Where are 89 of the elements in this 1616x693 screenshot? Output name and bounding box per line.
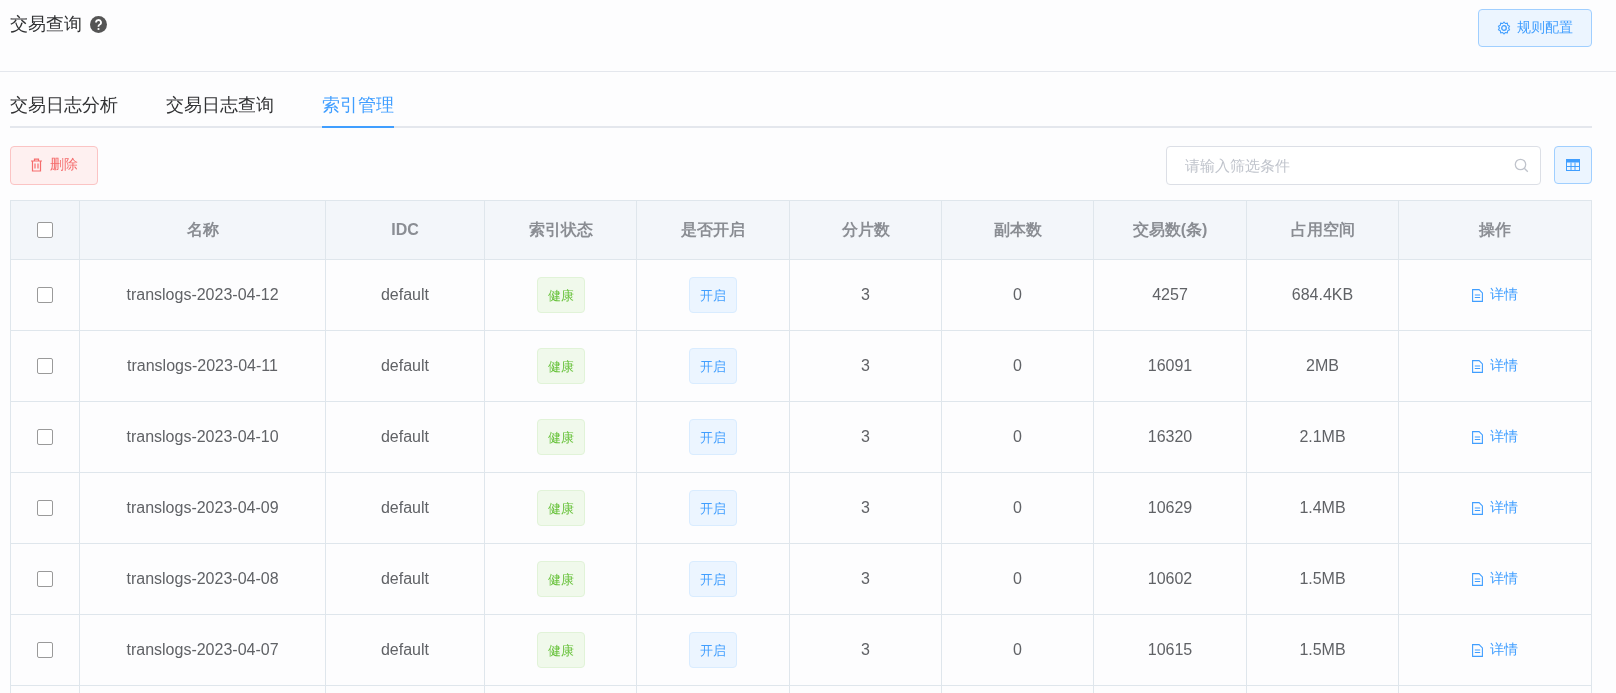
table-cell: 1.5MB <box>1247 544 1399 615</box>
table-cell: default <box>326 331 485 402</box>
table-cell: 10629 <box>1094 473 1247 544</box>
table-cell: 1.5MB <box>1247 615 1399 686</box>
table-cell: 0 <box>942 260 1094 331</box>
table-cell: default <box>326 473 485 544</box>
column-header: IDC <box>326 201 485 260</box>
details-link[interactable]: 详情 <box>1472 286 1518 304</box>
table-cell: translogs-2023-04-08 <box>80 544 326 615</box>
table-cell: default <box>326 615 485 686</box>
enabled-tag: 开启 <box>689 277 737 313</box>
column-header: 是否开启 <box>637 201 790 260</box>
table-cell: 2.1MB <box>1247 402 1399 473</box>
document-icon <box>1472 572 1483 586</box>
column-header: 占用空间 <box>1247 201 1399 260</box>
table-cell: 3 <box>790 260 942 331</box>
document-icon <box>1472 359 1483 373</box>
table-cell: 2MB <box>1247 331 1399 402</box>
trash-icon <box>30 158 43 172</box>
details-link[interactable]: 详情 <box>1472 641 1518 659</box>
table-cell: 3 <box>790 473 942 544</box>
table-cell: 16320 <box>1094 402 1247 473</box>
table-cell: 684.4KB <box>1247 260 1399 331</box>
enabled-tag: 开启 <box>689 561 737 597</box>
row-checkbox[interactable] <box>37 429 53 445</box>
table-cell: 0 <box>942 331 1094 402</box>
delete-button[interactable]: 删除 <box>10 145 98 185</box>
help-icon[interactable] <box>90 15 107 33</box>
table-cell: 0 <box>942 402 1094 473</box>
select-all-checkbox[interactable] <box>37 222 53 238</box>
document-icon <box>1472 288 1483 302</box>
column-settings-button[interactable] <box>1554 146 1592 184</box>
table-cell: translogs-2023-04-09 <box>80 473 326 544</box>
column-header: 名称 <box>80 201 326 260</box>
table-cell: translogs-2023-04-12 <box>80 260 326 331</box>
status-tag: 健康 <box>536 490 585 526</box>
table-cell: translogs-2023-04-10 <box>80 402 326 473</box>
table-cell: default <box>326 544 485 615</box>
row-checkbox[interactable] <box>37 358 53 374</box>
status-tag: 健康 <box>536 348 585 384</box>
document-icon <box>1472 643 1483 657</box>
status-tag: 健康 <box>536 561 585 597</box>
document-icon <box>1472 430 1483 444</box>
gear-icon <box>1497 21 1511 35</box>
tab[interactable]: 交易日志查询 <box>166 88 274 128</box>
enabled-tag: 开启 <box>689 419 737 455</box>
search-icon <box>1514 157 1529 173</box>
table-cell: default <box>326 260 485 331</box>
search-field[interactable]: 请输入筛选条件 <box>1166 145 1541 185</box>
enabled-tag: 开启 <box>689 632 737 668</box>
row-checkbox[interactable] <box>37 571 53 587</box>
table-cell: 0 <box>942 473 1094 544</box>
tab[interactable]: 索引管理 <box>322 88 394 128</box>
column-header: 操作 <box>1399 201 1592 260</box>
details-link[interactable]: 详情 <box>1472 570 1518 588</box>
status-tag: 健康 <box>536 277 585 313</box>
column-header: 索引状态 <box>485 201 637 260</box>
row-checkbox[interactable] <box>37 287 53 303</box>
table-icon <box>1566 159 1580 171</box>
column-header: 副本数 <box>942 201 1094 260</box>
table-cell: 10615 <box>1094 615 1247 686</box>
details-link[interactable]: 详情 <box>1472 499 1518 517</box>
status-tag: 健康 <box>536 419 585 455</box>
row-checkbox[interactable] <box>37 500 53 516</box>
row-checkbox[interactable] <box>37 642 53 658</box>
details-link[interactable]: 详情 <box>1472 357 1518 375</box>
table-cell: 3 <box>790 331 942 402</box>
rule-config-button[interactable]: 规则配置 <box>1478 9 1592 47</box>
tab[interactable]: 交易日志分析 <box>10 88 118 128</box>
column-header: 交易数(条) <box>1094 201 1247 260</box>
page-title: 交易查询 <box>10 13 82 36</box>
enabled-tag: 开启 <box>689 490 737 526</box>
table-cell: 10602 <box>1094 544 1247 615</box>
table-cell: 3 <box>790 544 942 615</box>
column-header: 分片数 <box>790 201 942 260</box>
table-cell: default <box>326 402 485 473</box>
status-tag: 健康 <box>536 632 585 668</box>
table-cell: 1.4MB <box>1247 473 1399 544</box>
table-cell: 4257 <box>1094 260 1247 331</box>
table-cell: 16091 <box>1094 331 1247 402</box>
document-icon <box>1472 501 1483 515</box>
table-cell: 0 <box>942 544 1094 615</box>
table-cell: 0 <box>942 615 1094 686</box>
table-cell: 3 <box>790 615 942 686</box>
table-cell: translogs-2023-04-11 <box>80 331 326 402</box>
table-cell: translogs-2023-04-07 <box>80 615 326 686</box>
details-link[interactable]: 详情 <box>1472 428 1518 446</box>
table-cell: 3 <box>790 402 942 473</box>
enabled-tag: 开启 <box>689 348 737 384</box>
